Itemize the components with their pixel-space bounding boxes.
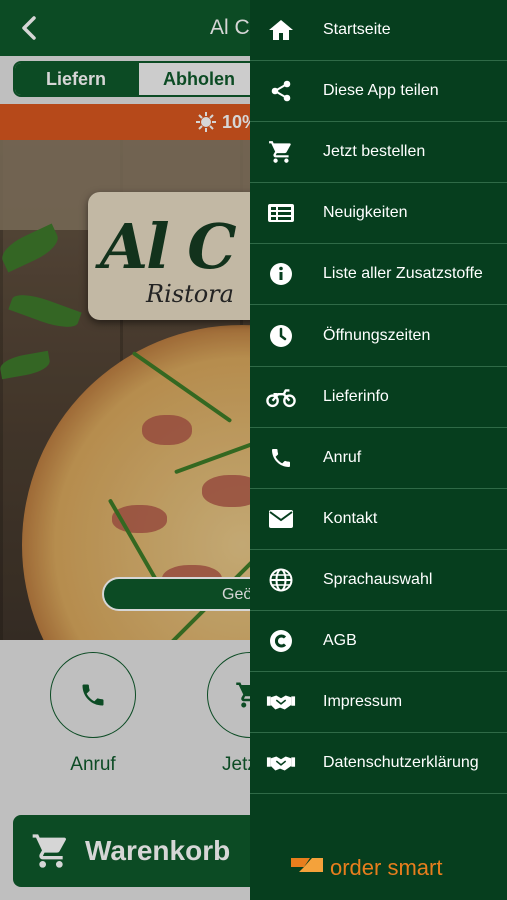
drawer-item-news[interactable]: Neuigkeiten (250, 183, 507, 245)
drawer-item-label: Kontakt (323, 509, 378, 527)
drawer-item-label: Lieferinfo (323, 387, 389, 405)
home-icon (266, 17, 296, 43)
drawer-menu: Startseite Diese App teilen Jetzt bestel… (250, 0, 507, 795)
drawer-item-hours[interactable]: Öffnungszeiten (250, 305, 507, 367)
motorbike-icon (266, 384, 296, 410)
drawer-item-share[interactable]: Diese App teilen (250, 61, 507, 123)
order-smart-brand-text: order smart (330, 854, 443, 880)
drawer-item-privacy[interactable]: Datenschutzerklärung (250, 733, 507, 795)
drawer-item-label: Startseite (323, 21, 391, 39)
drawer-item-contact[interactable]: Kontakt (250, 489, 507, 550)
handshake-icon (266, 689, 296, 715)
clock-icon (266, 323, 296, 349)
drawer-item-label: Datenschutzerklärung (323, 754, 479, 772)
copyright-icon (266, 628, 296, 654)
drawer-item-label: AGB (323, 631, 357, 649)
share-icon (266, 78, 296, 104)
drawer-item-agb[interactable]: AGB (250, 611, 507, 673)
drawer-item-label: Öffnungszeiten (323, 326, 431, 344)
drawer-item-delivery-info[interactable]: Lieferinfo (250, 367, 507, 428)
drawer-item-label: Diese App teilen (323, 82, 439, 100)
drawer-item-label: Sprachauswahl (323, 570, 433, 588)
handshake-icon (266, 750, 296, 776)
phone-icon (266, 445, 296, 471)
globe-icon (266, 567, 296, 593)
drawer-item-order[interactable]: Jetzt bestellen (250, 122, 507, 184)
drawer-item-label: Jetzt bestellen (323, 143, 426, 161)
drawer-item-call[interactable]: Anruf (250, 428, 507, 489)
drawer-item-label: Liste aller Zusatzstoffe (323, 265, 483, 283)
drawer-item-language[interactable]: Sprachauswahl (250, 550, 507, 611)
order-smart-logo: order smart (290, 854, 442, 881)
drawer-item-startseite[interactable]: Startseite (250, 0, 507, 62)
order-smart-logo-icon (290, 854, 324, 881)
news-icon (266, 200, 296, 226)
drawer-item-label: Neuigkeiten (323, 204, 408, 222)
drawer-item-label: Impressum (323, 693, 403, 711)
drawer-item-additives[interactable]: Liste aller Zusatzstoffe (250, 244, 507, 306)
drawer-scrim[interactable] (0, 0, 250, 900)
navigation-drawer: Startseite Diese App teilen Jetzt bestel… (250, 0, 507, 900)
cart-icon (266, 139, 296, 165)
envelope-icon (266, 506, 296, 532)
info-icon (266, 261, 296, 287)
drawer-item-impressum[interactable]: Impressum (250, 672, 507, 734)
drawer-item-label: Anruf (323, 448, 362, 466)
